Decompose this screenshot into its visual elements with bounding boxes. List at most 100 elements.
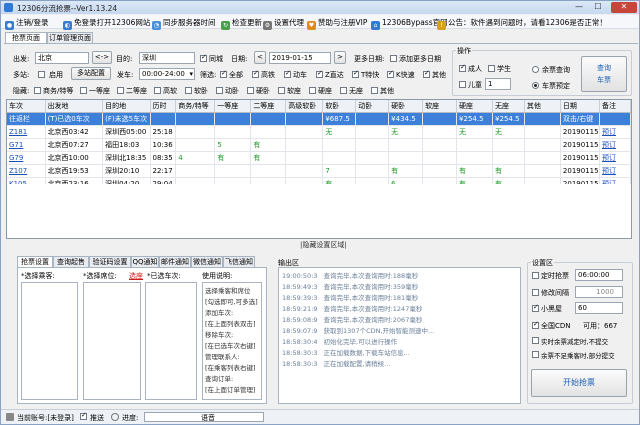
column-header[interactable]: 目的地 — [102, 100, 151, 113]
table-row[interactable]: Z181 北京西03:42 深圳西05:00 25:18 无无无无 20190115 预订 — [7, 125, 631, 139]
filter-t-checkbox[interactable] — [352, 69, 359, 78]
column-header[interactable]: 出发地 — [45, 100, 104, 113]
adult-checkbox[interactable] — [459, 63, 466, 72]
tab-ticket[interactable]: 抢票页面 — [5, 32, 47, 43]
hide-wuzuo-checkbox[interactable] — [340, 87, 347, 94]
hide-other-checkbox[interactable] — [371, 87, 378, 94]
menu-check-update[interactable]: ↻ 检查更新 — [221, 17, 262, 30]
menu-sponsor[interactable]: ♥ 赞助与注册VIP — [307, 17, 367, 30]
column-header[interactable]: 硬座 — [456, 100, 494, 113]
multi-station-checkbox[interactable] — [38, 71, 45, 78]
hide-settings-toggle[interactable]: |隐藏设置区域| — [300, 240, 347, 250]
menu-open-12306[interactable]: ◐ 免登录打开12306网站 — [63, 17, 150, 30]
more-dates-add[interactable]: 添加更多日期 — [399, 54, 441, 64]
settings-tab[interactable]: 查询起售 — [53, 256, 89, 267]
passenger-list[interactable] — [21, 282, 78, 400]
realtime-checkbox[interactable] — [532, 337, 539, 344]
filter-z-checkbox[interactable] — [316, 69, 323, 78]
column-header[interactable]: 商务/特等 — [175, 100, 216, 113]
settings-tab[interactable]: 验证码设置 — [89, 256, 131, 267]
table-row[interactable]: 往返栏 (T)已选0车次 (F)未选5车次 ¥687.5 ¥434.5 ¥254.5 ¥25… — [7, 112, 631, 126]
prev-date-button[interactable]: < — [254, 51, 266, 64]
filter-gaotie-checkbox[interactable] — [252, 69, 259, 78]
table-row[interactable]: G71 北京西07:27 福田18:03 10:36 5 有 20190115 预订 — [7, 138, 631, 152]
to-station-input[interactable]: 深圳 — [139, 52, 195, 64]
column-header[interactable]: 一等座 — [214, 100, 252, 113]
column-header[interactable]: 软座 — [422, 100, 458, 113]
hide-dongwo-checkbox[interactable] — [216, 87, 223, 94]
filter-all-checkbox[interactable] — [220, 69, 227, 78]
menu-bar: ● 注销/登录 ◐ 免登录打开12306网站 ◔ 同步服务器时间 ↻ 检查更新 ⚙ 设置代… — [1, 15, 639, 30]
column-header[interactable]: 车次 — [7, 100, 46, 113]
interval-value-input[interactable]: 1000 — [575, 286, 623, 298]
table-cell — [388, 151, 424, 165]
more-dates-checkbox[interactable] — [390, 55, 397, 62]
from-station-input[interactable]: 北京 — [35, 52, 89, 64]
filter-dongche-checkbox[interactable] — [284, 69, 291, 78]
hide-yingzuo-checkbox[interactable] — [309, 87, 316, 94]
column-header[interactable]: 日期 — [560, 100, 601, 113]
seat-list[interactable] — [83, 282, 141, 400]
column-header[interactable]: 高级软卧 — [285, 100, 324, 113]
start-grab-button[interactable]: 开始抢票 — [531, 369, 627, 397]
filter-k-checkbox[interactable] — [387, 69, 394, 78]
close-button[interactable]: ✕ — [611, 2, 637, 13]
select-seat-link[interactable]: 选座 — [129, 271, 143, 281]
hide-yingwo-checkbox[interactable] — [247, 87, 254, 94]
date-input[interactable]: 2019-01-15 — [269, 52, 331, 64]
hide-business-checkbox[interactable] — [34, 87, 41, 94]
selected-trains-list[interactable] — [145, 282, 197, 400]
blackroom-checkbox[interactable] — [532, 303, 539, 312]
column-header[interactable]: 历时 — [150, 100, 177, 113]
timed-value-input[interactable]: 06:00:00 — [575, 269, 623, 281]
child-count-input[interactable]: 1 — [485, 78, 511, 90]
remain-query-radio[interactable] — [532, 66, 539, 73]
depart-time-select[interactable]: 00:00-24:00 ▾ — [139, 68, 195, 80]
reserve-link[interactable]: 预订 — [599, 164, 631, 178]
column-header[interactable]: 软卧 — [322, 100, 357, 113]
column-header[interactable]: 其他 — [524, 100, 561, 113]
settings-tab[interactable]: 抢票设置 — [17, 256, 53, 267]
multi-station-config-button[interactable]: 多站配置 — [71, 67, 111, 80]
menu-login[interactable]: ● 注销/登录 — [5, 17, 49, 30]
filter-other-checkbox[interactable] — [423, 69, 430, 78]
next-date-button[interactable]: > — [334, 51, 346, 64]
table-row[interactable]: G79 北京西10:00 深圳北18:35 08:35 4 有有 20190115 预订 — [7, 151, 631, 165]
menu-notice[interactable]: ! 公告：软件遇到问题时，请看12306是否正常！ — [437, 17, 607, 30]
timed-checkbox[interactable] — [532, 272, 539, 279]
car-reserve-radio[interactable] — [532, 82, 539, 89]
settings-tab[interactable]: 微信通知 — [191, 256, 223, 267]
settings-tab[interactable]: 飞信通知 — [223, 256, 255, 267]
query-tickets-button[interactable]: 查询 车票 — [581, 56, 627, 92]
hide-ruanwo-checkbox[interactable] — [185, 87, 192, 94]
column-header[interactable]: 无座 — [492, 100, 525, 113]
cdn-checkbox[interactable] — [532, 320, 539, 329]
push-checkbox[interactable] — [80, 411, 87, 420]
hide-gaoruan-checkbox[interactable] — [154, 87, 161, 94]
reserve-link[interactable]: 预订 — [599, 125, 631, 139]
student-checkbox[interactable] — [488, 65, 495, 72]
interval-checkbox[interactable] — [532, 289, 539, 296]
reserve-link[interactable]: 预订 — [599, 138, 631, 152]
swap-stations-button[interactable]: <-> — [92, 51, 112, 64]
menu-sync-time[interactable]: ◔ 同步服务器时间 — [152, 17, 216, 30]
hide-first-checkbox[interactable] — [80, 87, 87, 94]
tab-orders[interactable]: 订单管理页面 — [47, 32, 93, 43]
settings-tab[interactable]: 邮件通知 — [159, 256, 191, 267]
column-header[interactable]: 备注 — [599, 100, 631, 113]
blackroom-value-input[interactable]: 60 — [575, 302, 623, 314]
minimize-button[interactable]: — — [570, 2, 588, 13]
menu-proxy[interactable]: ⚙ 设置代理 — [263, 17, 304, 30]
hide-ruanzuo-checkbox[interactable] — [278, 87, 285, 94]
table-row[interactable]: Z107 北京西19:53 深圳20:10 22:17 7 有有有 20190115 预订 — [7, 164, 631, 178]
same-city-checkbox[interactable] — [200, 53, 207, 62]
child-checkbox[interactable] — [459, 81, 466, 88]
hide-second-checkbox[interactable] — [117, 87, 124, 94]
column-header[interactable]: 二等座 — [250, 100, 287, 113]
reserve-link[interactable]: 预订 — [599, 151, 631, 165]
maximize-button[interactable]: ☐ — [589, 2, 607, 13]
partial-checkbox[interactable] — [532, 351, 539, 358]
settings-tab[interactable]: QQ通知 — [131, 256, 159, 267]
column-header[interactable]: 动卧 — [355, 100, 390, 113]
column-header[interactable]: 硬卧 — [388, 100, 424, 113]
